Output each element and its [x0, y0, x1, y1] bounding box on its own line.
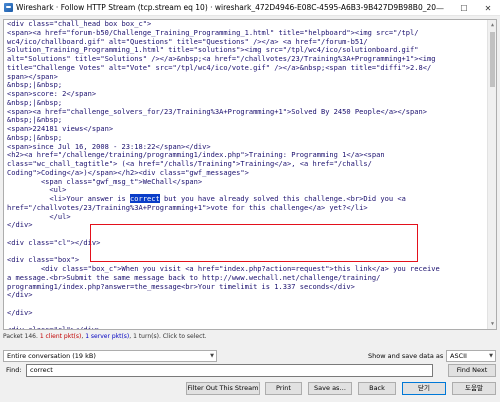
window-controls: — ☐ ✕: [428, 0, 500, 16]
wireshark-icon: [4, 3, 13, 12]
stream-line: href="/challvotes/23/Training%3A+Program…: [7, 202, 368, 212]
stream-line: span></span>: [7, 71, 58, 81]
scroll-up-icon[interactable]: ▲: [489, 21, 496, 29]
status-server: 1 server pkt(s): [85, 333, 130, 340]
back-button[interactable]: Back: [358, 382, 396, 395]
status-rest: , 1 turn(s). Click to select.: [129, 333, 207, 340]
stream-line: </ul>: [7, 211, 71, 221]
stream-line: <span>224181 views</span>: [7, 124, 114, 133]
stream-status-text: Packet 146. 1 client pkt(s), 1 server pk…: [3, 333, 207, 340]
status-packets: Packet 146.: [3, 333, 40, 340]
stream-content-textarea[interactable]: <div class="chall_head box box_c"> <span>…: [3, 19, 497, 330]
vertical-scrollbar[interactable]: ▲ ▼: [487, 20, 496, 329]
window-titlebar: Wireshark · Follow HTTP Stream (tcp.stre…: [0, 0, 500, 16]
save-as-button[interactable]: Save as…: [308, 382, 352, 395]
stream-lines: <div class="chall_head box box_c"> <span>…: [7, 20, 496, 330]
dropdown-caret-icon: ▼: [210, 353, 214, 359]
find-next-button[interactable]: Find Next: [448, 364, 496, 377]
conversation-select-value: Entire conversation (19 kB): [7, 352, 96, 360]
stream-line: <div class="cl"></div>: [7, 325, 101, 330]
status-client: 1 client pkt(s): [39, 333, 82, 340]
filter-out-stream-button[interactable]: Filter Out This Stream: [186, 382, 260, 395]
stream-line: [7, 300, 496, 309]
show-save-label: Show and save data as: [368, 352, 444, 360]
scroll-down-icon[interactable]: ▼: [489, 320, 496, 328]
print-button[interactable]: Print: [265, 382, 302, 395]
stream-line: <span><a href="challenge_solvers_for/23/…: [7, 106, 428, 116]
show-save-select-value: ASCII: [450, 352, 467, 360]
stream-line: </div>: [7, 290, 33, 300]
window-title: Wireshark · Follow HTTP Stream (tcp.stre…: [16, 3, 436, 12]
conversation-select[interactable]: Entire conversation (19 kB) ▼: [3, 350, 217, 362]
find-input[interactable]: correct: [26, 364, 433, 377]
stream-line: <span class="gwf_msg_t">WeChall</span>: [7, 176, 203, 186]
stream-line: title="Challenge Votes" alt="Vote" src="…: [7, 62, 432, 72]
stream-line: programming1/index.php?answer=the_messag…: [7, 281, 355, 291]
stream-line: <span>score: 2</span>: [7, 89, 97, 98]
search-match-highlight: correct: [130, 194, 160, 203]
close-button[interactable]: 닫기: [402, 382, 446, 395]
annotation-red-box: [90, 224, 418, 262]
maximize-icon[interactable]: ☐: [452, 0, 476, 16]
stream-line: </div>: [7, 307, 33, 317]
dropdown-caret-icon: ▼: [489, 353, 493, 359]
close-icon[interactable]: ✕: [476, 0, 500, 16]
scrollbar-thumb[interactable]: [490, 32, 495, 87]
help-button[interactable]: 도움말: [452, 382, 496, 395]
show-save-select[interactable]: ASCII ▼: [446, 350, 496, 362]
minimize-icon[interactable]: —: [428, 0, 452, 16]
find-label: Find:: [6, 366, 22, 374]
